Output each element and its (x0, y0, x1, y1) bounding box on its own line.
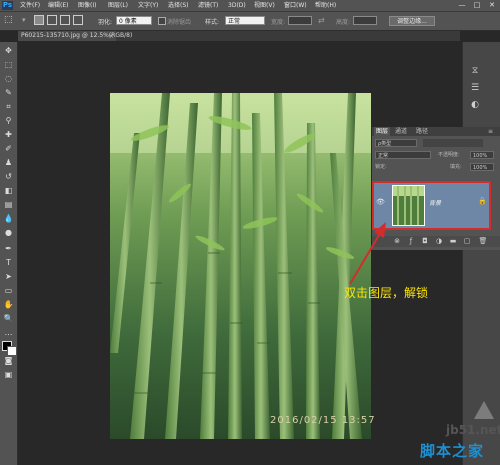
height-label: 高度: (336, 19, 351, 26)
adjustments-panel-icon[interactable]: ◐ (468, 100, 482, 111)
menu-view[interactable]: 视图(V) (254, 1, 275, 10)
history-panel-icon[interactable]: ⧖ (468, 66, 482, 77)
menu-file[interactable]: 文件(F) (20, 1, 40, 10)
shape-tool-icon[interactable]: ▭ (2, 286, 15, 296)
menu-3d[interactable]: 3D(D) (228, 1, 246, 10)
watermark-domain: jb51.net (446, 423, 500, 437)
layers-panel-tabs (372, 127, 500, 136)
close-tab-icon[interactable]: × (108, 31, 114, 41)
marquee-tool-icon[interactable]: ⬚ (2, 60, 15, 70)
gradient-tool-icon[interactable]: ▤ (2, 200, 15, 210)
opacity-label: 不透明度: (438, 152, 460, 158)
tab-channels[interactable]: 通道 (395, 127, 407, 136)
path-selection-tool-icon[interactable]: ➤ (2, 272, 15, 282)
bamboo-photo (110, 93, 371, 439)
panel-menu-icon[interactable]: ≡ (488, 127, 493, 136)
antialias-checkbox[interactable] (158, 17, 166, 25)
watermark-name: 脚本之家 (420, 442, 485, 460)
fill-input[interactable]: 100% (470, 163, 494, 171)
type-tool-icon[interactable]: T (2, 258, 15, 268)
minimize-button[interactable]: — (455, 0, 469, 10)
adjustment-layer-icon[interactable]: ◑ (434, 237, 444, 246)
new-selection-icon[interactable] (34, 15, 44, 25)
lock-label: 锁定: (375, 164, 387, 170)
chevron-down-icon[interactable]: ▾ (22, 16, 26, 24)
tab-layers[interactable]: 图层 (374, 127, 391, 136)
layer-kind-filter[interactable]: ρ类型 (375, 139, 417, 147)
menu-window[interactable]: 窗口(W) (284, 1, 307, 10)
antialias-label: 消除锯齿 (167, 19, 192, 26)
feather-input[interactable]: 0 像素 (116, 16, 152, 25)
blend-mode-select[interactable]: 正常 (375, 151, 431, 159)
marquee-tool-icon[interactable]: ⬚ (4, 15, 13, 25)
hand-tool-icon[interactable]: ✋ (2, 300, 15, 310)
quick-mask-icon[interactable]: ◙ (2, 356, 15, 366)
dodge-tool-icon[interactable]: ● (2, 228, 15, 238)
annotation-arrow (349, 222, 386, 285)
history-brush-tool-icon[interactable]: ↺ (2, 172, 15, 182)
feather-label: 羽化: (98, 19, 113, 26)
crop-tool-icon[interactable]: ⌗ (2, 102, 15, 112)
zoom-tool-icon[interactable]: 🔍 (2, 314, 15, 324)
close-window-button[interactable]: ✕ (485, 0, 499, 10)
document-tab[interactable]: P60215-135710.jpg @ 12.5%(RGB/8) (18, 31, 132, 41)
tab-paths[interactable]: 路径 (416, 127, 428, 136)
opacity-input[interactable]: 100% (470, 151, 494, 159)
photoshop-logo: Ps (2, 1, 13, 10)
background-color-swatch[interactable] (7, 346, 17, 356)
menu-layer[interactable]: 图层(L) (108, 1, 128, 10)
style-select[interactable]: 正常 (225, 16, 265, 25)
width-label: 宽度: (271, 19, 286, 26)
eyedropper-tool-icon[interactable]: ⚲ (2, 116, 15, 126)
menu-edit[interactable]: 编辑(E) (48, 1, 68, 10)
swap-icon[interactable]: ⇄ (318, 16, 325, 25)
delete-layer-icon[interactable]: 🗑 (478, 237, 488, 246)
maximize-button[interactable]: □ (470, 0, 484, 10)
style-label: 样式: (205, 19, 220, 26)
eraser-tool-icon[interactable]: ◧ (2, 186, 15, 196)
layer-filter-icons[interactable] (423, 139, 483, 147)
width-input[interactable] (288, 16, 312, 25)
add-mask-icon[interactable]: ◘ (420, 237, 430, 246)
move-tool-icon[interactable]: ✥ (2, 46, 15, 56)
lasso-tool-icon[interactable]: ◌ (2, 74, 15, 84)
photo-timestamp: 2016/02/15 13:57 (270, 415, 376, 426)
screen-mode-icon[interactable]: ▣ (2, 370, 15, 380)
menu-filter[interactable]: 滤镜(T) (198, 1, 218, 10)
fill-label: 填充: (450, 164, 462, 170)
menu-image[interactable]: 图像(I) (78, 1, 96, 10)
layer-style-icon[interactable]: ƒ (406, 237, 416, 246)
watermark-logo (474, 401, 494, 419)
clone-stamp-tool-icon[interactable]: ♟ (2, 158, 15, 168)
properties-panel-icon[interactable]: ☰ (468, 83, 482, 94)
brush-tool-icon[interactable]: ✐ (2, 144, 15, 154)
menu-bar (0, 0, 500, 12)
menu-type[interactable]: 文字(Y) (138, 1, 158, 10)
intersect-selection-icon[interactable] (73, 15, 83, 25)
subtract-selection-icon[interactable] (60, 15, 70, 25)
visibility-eye-icon[interactable]: 👁 (376, 198, 385, 206)
blur-tool-icon[interactable]: 💧 (2, 214, 15, 224)
healing-brush-tool-icon[interactable]: ✚ (2, 130, 15, 140)
pen-tool-icon[interactable]: ✒ (2, 244, 15, 254)
add-selection-icon[interactable] (47, 15, 57, 25)
refine-edge-button[interactable]: 调整边缘... (389, 16, 435, 26)
lock-icon[interactable]: 🔒 (478, 197, 487, 205)
layer-name[interactable]: 背景 (429, 198, 441, 207)
height-input[interactable] (353, 16, 377, 25)
quick-select-tool-icon[interactable]: ✎ (2, 88, 15, 98)
menu-help[interactable]: 帮助(H) (315, 1, 336, 10)
more-tools-icon[interactable]: … (2, 328, 15, 338)
menu-select[interactable]: 选择(S) (168, 1, 189, 10)
annotation-text: 双击图层，解锁 (344, 286, 429, 300)
new-group-icon[interactable]: ▬ (448, 237, 458, 246)
new-layer-icon[interactable]: ▢ (462, 237, 472, 246)
